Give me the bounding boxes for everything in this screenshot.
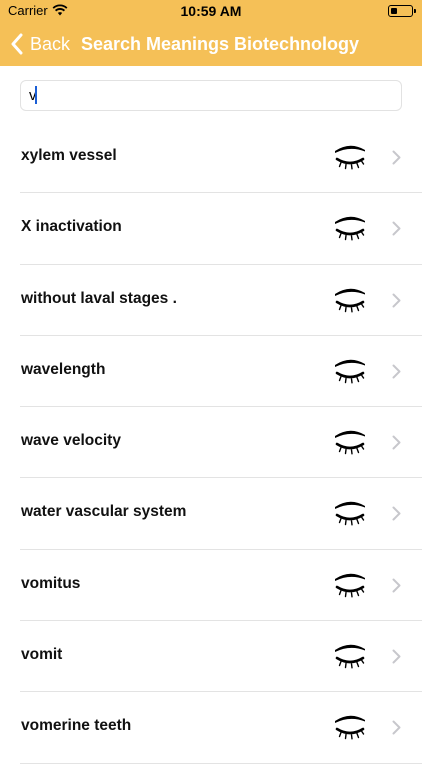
closed-eye-icon [335,573,365,598]
list-item[interactable]: vomitus [0,550,422,622]
chevron-right-icon [392,293,401,308]
status-bar: Carrier 10:59 AM [0,0,422,22]
list-item[interactable]: wavelength [0,336,422,408]
list-item[interactable]: without laval stages . [0,265,422,337]
chevron-right-icon [392,364,401,379]
text-caret [35,86,37,104]
list-item[interactable]: vomit [0,621,422,693]
list-item[interactable]: xylem vessel [0,122,422,194]
list-item[interactable]: water vascular system [0,478,422,551]
navigation-bar: Back Search Meanings Biotechnology [0,22,422,66]
page-title: Search Meanings Biotechnology [81,34,360,54]
chevron-right-icon [392,649,401,664]
list-item-label: vomit [21,646,63,664]
list-item-label: wave velocity [21,432,121,450]
battery-level [390,7,397,14]
list-item-label: vomitus [21,574,81,592]
closed-eye-icon [335,644,365,669]
closed-eye-icon [335,430,365,455]
chevron-right-icon [392,435,401,450]
chevron-right-icon [392,578,401,593]
header: Carrier 10:59 AM Back Search Meanings Bi… [0,0,422,66]
list-item-label: wavelength [21,360,106,378]
status-time: 10:59 AM [180,3,242,19]
list-item-label: xylem vessel [21,147,117,164]
list-item[interactable]: X inactivation [0,193,422,265]
chevron-right-icon [392,506,401,521]
chevron-right-icon [392,150,401,165]
list-item-label: water vascular system [21,503,187,521]
list-item[interactable]: wave velocity [0,407,422,479]
closed-eye-icon [335,359,365,384]
closed-eye-icon [335,217,365,241]
search-bar [0,66,422,122]
back-label: Back [30,33,71,54]
results-list: xylem vessel X inactivation without laval … [0,122,422,764]
closed-eye-icon [335,716,365,740]
back-button[interactable]: Back [10,30,70,58]
search-input[interactable] [20,80,402,111]
list-item[interactable]: vomerine teeth [0,692,422,764]
battery-icon [388,5,416,17]
list-item-label: vomerine teeth [21,717,132,735]
list-item-label: without laval stages . [21,289,177,307]
chevron-right-icon [392,221,401,236]
chevron-right-icon [392,720,401,735]
closed-eye-icon [335,145,365,170]
chevron-left-icon [11,33,23,55]
closed-eye-icon [335,502,365,526]
closed-eye-icon [335,288,365,313]
list-item-label: X inactivation [21,218,122,236]
